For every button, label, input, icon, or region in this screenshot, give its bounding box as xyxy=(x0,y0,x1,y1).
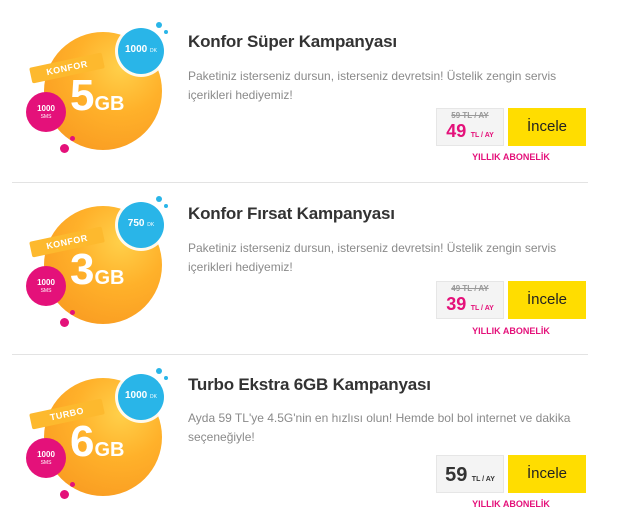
sms-unit: SMS xyxy=(40,114,52,120)
campaign-card: KONFOR 3GB 750 DK 1000 SMS Konfor Fırsat … xyxy=(12,184,588,354)
incele-button[interactable]: İncele xyxy=(508,455,586,493)
campaign-card: TURBO 6GB 1000 DK 1000 SMS Turbo Ekstra 6… xyxy=(12,356,588,527)
sms-value: 1000 xyxy=(37,278,55,287)
subscription-label: YILLIK ABONELİK xyxy=(472,499,550,509)
campaign-card: KONFOR 5GB 1000 DK 1000 SMS Konfor Süper … xyxy=(12,0,588,182)
sms-badge: 1000 SMS xyxy=(26,92,66,132)
package-badge-icon: TURBO 6GB 1000 DK 1000 SMS xyxy=(22,368,192,518)
incele-button[interactable]: İncele xyxy=(508,108,586,146)
subscription-label: YILLIK ABONELİK xyxy=(472,326,550,336)
decor-bubble xyxy=(60,318,69,327)
price-box: 59 TL / AY İncele xyxy=(436,455,586,493)
price-unit: TL / AY xyxy=(471,476,495,483)
price-box: 59 TL / AY 49 TL / AY İncele xyxy=(436,108,586,146)
minutes-unit: DK xyxy=(150,394,157,400)
minutes-badge: 1000 DK xyxy=(118,374,164,420)
subscription-label: YILLIK ABONELİK xyxy=(472,152,550,162)
decor-bubble xyxy=(156,196,162,202)
minutes-value: 1000 xyxy=(125,44,148,55)
old-price: 59 TL / AY xyxy=(451,111,489,120)
decor-bubble xyxy=(164,30,168,34)
price-unit: TL / AY xyxy=(470,132,494,139)
decor-bubble xyxy=(70,136,75,141)
current-price: 39 TL / AY xyxy=(437,294,503,315)
sms-value: 1000 xyxy=(37,450,55,459)
decor-bubble xyxy=(164,376,168,380)
divider xyxy=(12,182,588,183)
price-value: 39 xyxy=(446,294,467,314)
decor-bubble xyxy=(156,368,162,374)
minutes-badge: 1000 DK xyxy=(118,28,164,74)
campaign-description: Paketiniz isterseniz dursun, isterseniz … xyxy=(188,241,557,274)
incele-button[interactable]: İncele xyxy=(508,281,586,319)
campaign-title: Konfor Süper Kampanyası xyxy=(188,32,397,51)
gb-value: 5 xyxy=(70,71,95,120)
campaign-description: Ayda 59 TL'ye 4.5G'nin en hızlısı olun! … xyxy=(188,411,571,444)
gb-unit: GB xyxy=(94,267,125,289)
price-value: 59 xyxy=(445,464,468,486)
package-badge-icon: KONFOR 3GB 750 DK 1000 SMS xyxy=(22,196,192,346)
current-price: 49 TL / AY xyxy=(437,121,503,142)
minutes-unit: DK xyxy=(150,48,157,54)
decor-bubble xyxy=(156,22,162,28)
gb-unit: GB xyxy=(94,93,125,115)
sms-badge: 1000 SMS xyxy=(26,438,66,478)
minutes-unit: DK xyxy=(147,222,155,228)
price-value: 49 xyxy=(446,121,467,141)
decor-bubble xyxy=(70,310,75,315)
gb-value: 3 xyxy=(70,245,95,294)
decor-bubble xyxy=(60,490,69,499)
data-amount: 6GB xyxy=(70,420,124,464)
price-unit: TL / AY xyxy=(470,305,494,312)
campaign-description: Paketiniz isterseniz dursun, isterseniz … xyxy=(188,69,557,102)
gb-value: 6 xyxy=(70,417,95,466)
campaign-title: Turbo Ekstra 6GB Kampanyası xyxy=(188,375,431,394)
sms-unit: SMS xyxy=(40,460,52,466)
minutes-value: 1000 xyxy=(125,390,148,401)
price-panel: 49 TL / AY 39 TL / AY xyxy=(436,281,504,319)
data-amount: 5GB xyxy=(70,74,124,118)
data-amount: 3GB xyxy=(70,248,124,292)
sms-badge: 1000 SMS xyxy=(26,266,66,306)
package-badge-icon: KONFOR 5GB 1000 DK 1000 SMS xyxy=(22,22,192,172)
sms-unit: SMS xyxy=(40,288,52,294)
divider xyxy=(12,354,588,355)
decor-bubble xyxy=(70,482,75,487)
decor-bubble xyxy=(60,144,69,153)
price-box: 49 TL / AY 39 TL / AY İncele xyxy=(436,281,586,319)
old-price: 49 TL / AY xyxy=(451,284,489,293)
sms-value: 1000 xyxy=(37,104,55,113)
minutes-value: 750 xyxy=(127,218,145,229)
gb-unit: GB xyxy=(94,439,125,461)
decor-bubble xyxy=(164,204,168,208)
price-panel: 59 TL / AY 49 TL / AY xyxy=(436,108,504,146)
campaign-title: Konfor Fırsat Kampanyası xyxy=(188,204,395,223)
minutes-badge: 750 DK xyxy=(118,202,164,248)
current-price: 59 TL / AY xyxy=(437,464,503,487)
price-panel: 59 TL / AY xyxy=(436,455,504,493)
